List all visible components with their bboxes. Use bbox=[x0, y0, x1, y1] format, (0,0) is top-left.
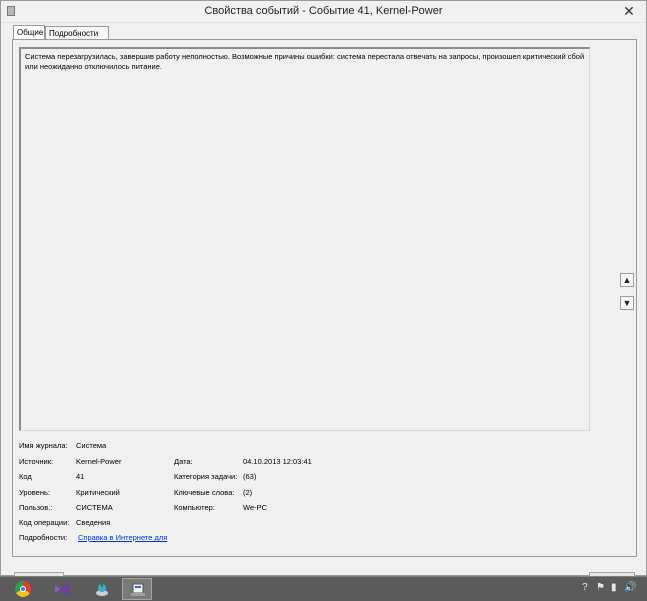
source-value: Kernel-Power bbox=[76, 457, 122, 466]
event-viewer-icon bbox=[131, 583, 145, 596]
tab-general[interactable]: Общие bbox=[13, 25, 45, 39]
event-description-box[interactable]: Система перезагрузилась, завершив работу… bbox=[19, 47, 590, 431]
task-category-label: Категория задачи: bbox=[174, 472, 238, 481]
task-category-value: (63) bbox=[243, 472, 257, 481]
taskbar-installer-button[interactable] bbox=[86, 578, 116, 600]
user-label: Пользов.: bbox=[19, 503, 53, 512]
close-icon[interactable]: ✕ bbox=[620, 3, 638, 19]
taskbar-visual-studio-button[interactable] bbox=[46, 578, 76, 600]
previous-event-button[interactable]: ▲ bbox=[620, 273, 634, 287]
taskbar-chrome-button[interactable] bbox=[8, 578, 38, 600]
arrow-down-icon: ▼ bbox=[622, 298, 632, 308]
visual-studio-icon bbox=[55, 582, 69, 596]
chrome-icon bbox=[15, 581, 31, 597]
user-value: СИСТЕМА bbox=[76, 503, 113, 512]
window-title: Свойства событий - Событие 41, Kernel-Po… bbox=[204, 5, 443, 17]
source-label: Источник: bbox=[19, 457, 54, 466]
flag-tray-icon[interactable]: ⚑ bbox=[596, 582, 605, 593]
event-description-text: Система перезагрузилась, завершив работу… bbox=[25, 52, 585, 71]
volume-tray-icon[interactable]: 🔊 bbox=[624, 582, 636, 593]
date-value: 04.10.2013 12:03:41 bbox=[243, 457, 312, 466]
title-bar[interactable]: Свойства событий - Событие 41, Kernel-Po… bbox=[1, 1, 646, 23]
date-label: Дата: bbox=[174, 457, 193, 466]
taskbar: ? ⚑ ▮ 🔊 bbox=[0, 576, 647, 601]
installer-icon bbox=[96, 582, 108, 596]
tab-details[interactable]: Подробности bbox=[45, 26, 109, 39]
code-label: Код bbox=[19, 472, 32, 481]
keywords-label: Ключевые слова: bbox=[174, 488, 235, 497]
computer-value: We-PC bbox=[243, 503, 268, 512]
keywords-value: (2) bbox=[243, 488, 253, 497]
next-event-button[interactable]: ▼ bbox=[620, 296, 634, 310]
more-info-label: Подробности: bbox=[19, 533, 68, 542]
event-properties-window: Свойства событий - Событие 41, Kernel-Po… bbox=[0, 0, 647, 590]
online-help-link[interactable]: Справка в Интернете для bbox=[78, 533, 167, 542]
taskbar-event-viewer-button[interactable] bbox=[122, 578, 152, 600]
battery-tray-icon[interactable]: ▮ bbox=[611, 582, 617, 593]
help-tray-icon[interactable]: ? bbox=[582, 582, 588, 593]
code-value: 41 bbox=[76, 472, 85, 481]
log-name-value: Система bbox=[76, 441, 107, 450]
opcode-value: Сведения bbox=[76, 518, 111, 527]
level-label: Уровень: bbox=[19, 488, 50, 497]
opcode-label: Код операции: bbox=[19, 518, 70, 527]
arrow-up-icon: ▲ bbox=[622, 275, 632, 285]
log-name-label: Имя журнала: bbox=[19, 441, 68, 450]
level-value: Критический bbox=[76, 488, 120, 497]
computer-label: Компьютер: bbox=[174, 503, 215, 512]
